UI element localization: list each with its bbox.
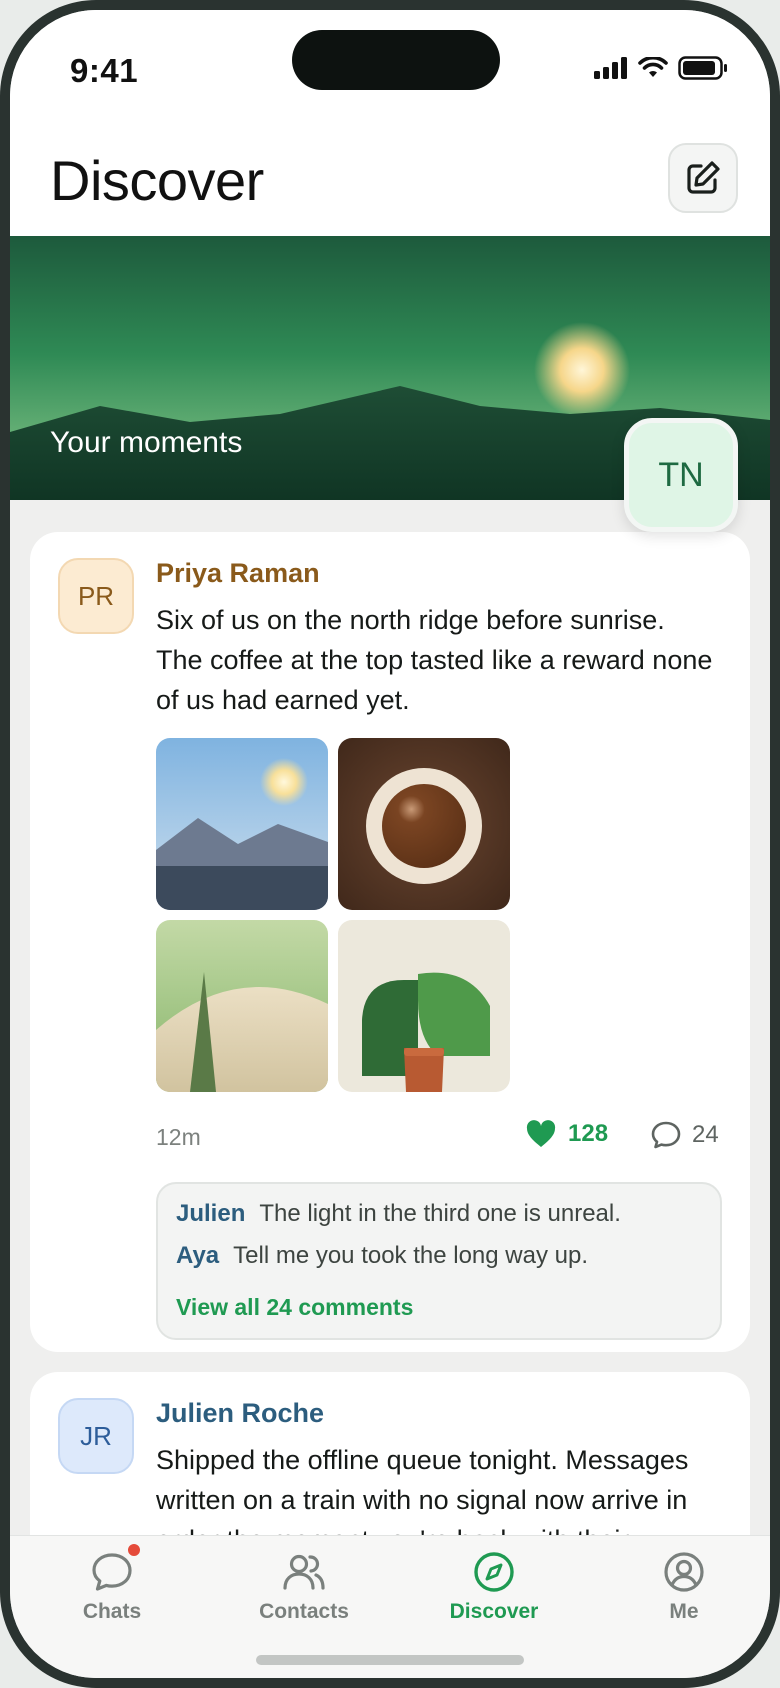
photo-mountain-sunrise[interactable] [156,738,328,910]
author-avatar[interactable]: JR [58,1398,134,1474]
moments-feed[interactable]: PR Priya Raman Six of us on the north ri… [10,500,770,1535]
phone-frame: 9:41 Discover Your moments TN PR Priya R… [0,0,780,1688]
post-card: PR Priya Raman Six of us on the north ri… [30,532,750,1352]
person-circle-icon [664,1552,704,1592]
post-time: 12m [156,1124,201,1150]
tab-label: Chats [82,1600,142,1623]
post-meta: 12m 128 24 [156,1120,720,1160]
heart-icon [526,1120,556,1147]
tab-contacts[interactable]: Contacts [244,1548,364,1624]
comment-author: Julien [176,1200,246,1227]
status-icons [594,56,728,80]
like-count: 128 [568,1120,609,1147]
photo-coffee-cup[interactable] [338,738,510,910]
moments-label: Your moments [50,426,243,459]
post-text: Shipped the offline queue tonight. Messa… [156,1445,689,1535]
my-avatar[interactable]: TN [624,418,738,532]
compose-icon [687,161,720,194]
tab-me[interactable]: Me [624,1548,744,1624]
author-avatar[interactable]: PR [58,558,134,634]
compose-button[interactable] [668,143,738,213]
tab-label: Discover [449,1600,539,1623]
tab-label: Contacts [259,1600,349,1623]
comment-item[interactable]: Julien The light in the third one is unre… [176,1200,621,1228]
dynamic-island [292,30,500,90]
post-text: Six of us on the north ridge before sunr… [156,605,713,715]
comment-text: The light in the third one is unreal. [259,1200,621,1227]
people-icon [283,1554,325,1590]
compass-icon [474,1552,514,1592]
author-name[interactable]: Priya Raman [156,558,320,589]
header: Discover [10,120,770,236]
comment-item[interactable]: Aya Tell me you took the long way up. [176,1242,588,1270]
battery-icon [678,56,727,80]
home-indicator[interactable] [256,1655,524,1665]
photo-trail-hill[interactable] [156,920,328,1092]
tab-label: Me [669,1600,699,1623]
tab-bar: Chats Contacts Discover Me [10,1535,770,1678]
comment-text: Tell me you took the long way up. [233,1242,589,1269]
unread-badge [126,1542,142,1558]
signal-icon [594,57,627,79]
page-title: Discover [50,149,264,212]
photo-grid [156,738,518,1100]
status-time: 9:41 [70,52,139,89]
author-name[interactable]: Julien Roche [156,1398,324,1429]
screen: 9:41 Discover Your moments TN PR Priya R… [10,10,770,1678]
post-card: JR Julien Roche Shipped the offline queu… [30,1372,750,1535]
status-bar: 9:41 [10,10,770,120]
photo-potted-plant[interactable] [338,920,510,1092]
like-button[interactable]: 128 [526,1120,608,1148]
comment-button[interactable]: 24 [650,1120,719,1150]
comment-icon [651,1121,681,1149]
comments-preview: Julien The light in the third one is unre… [156,1182,722,1340]
wifi-icon [638,57,668,77]
tab-discover[interactable]: Discover [434,1548,554,1624]
view-all-comments-link[interactable]: View all 24 comments [176,1294,413,1321]
comment-author: Aya [176,1242,220,1269]
tab-chats[interactable]: Chats [52,1542,172,1624]
comment-count: 24 [692,1121,719,1148]
